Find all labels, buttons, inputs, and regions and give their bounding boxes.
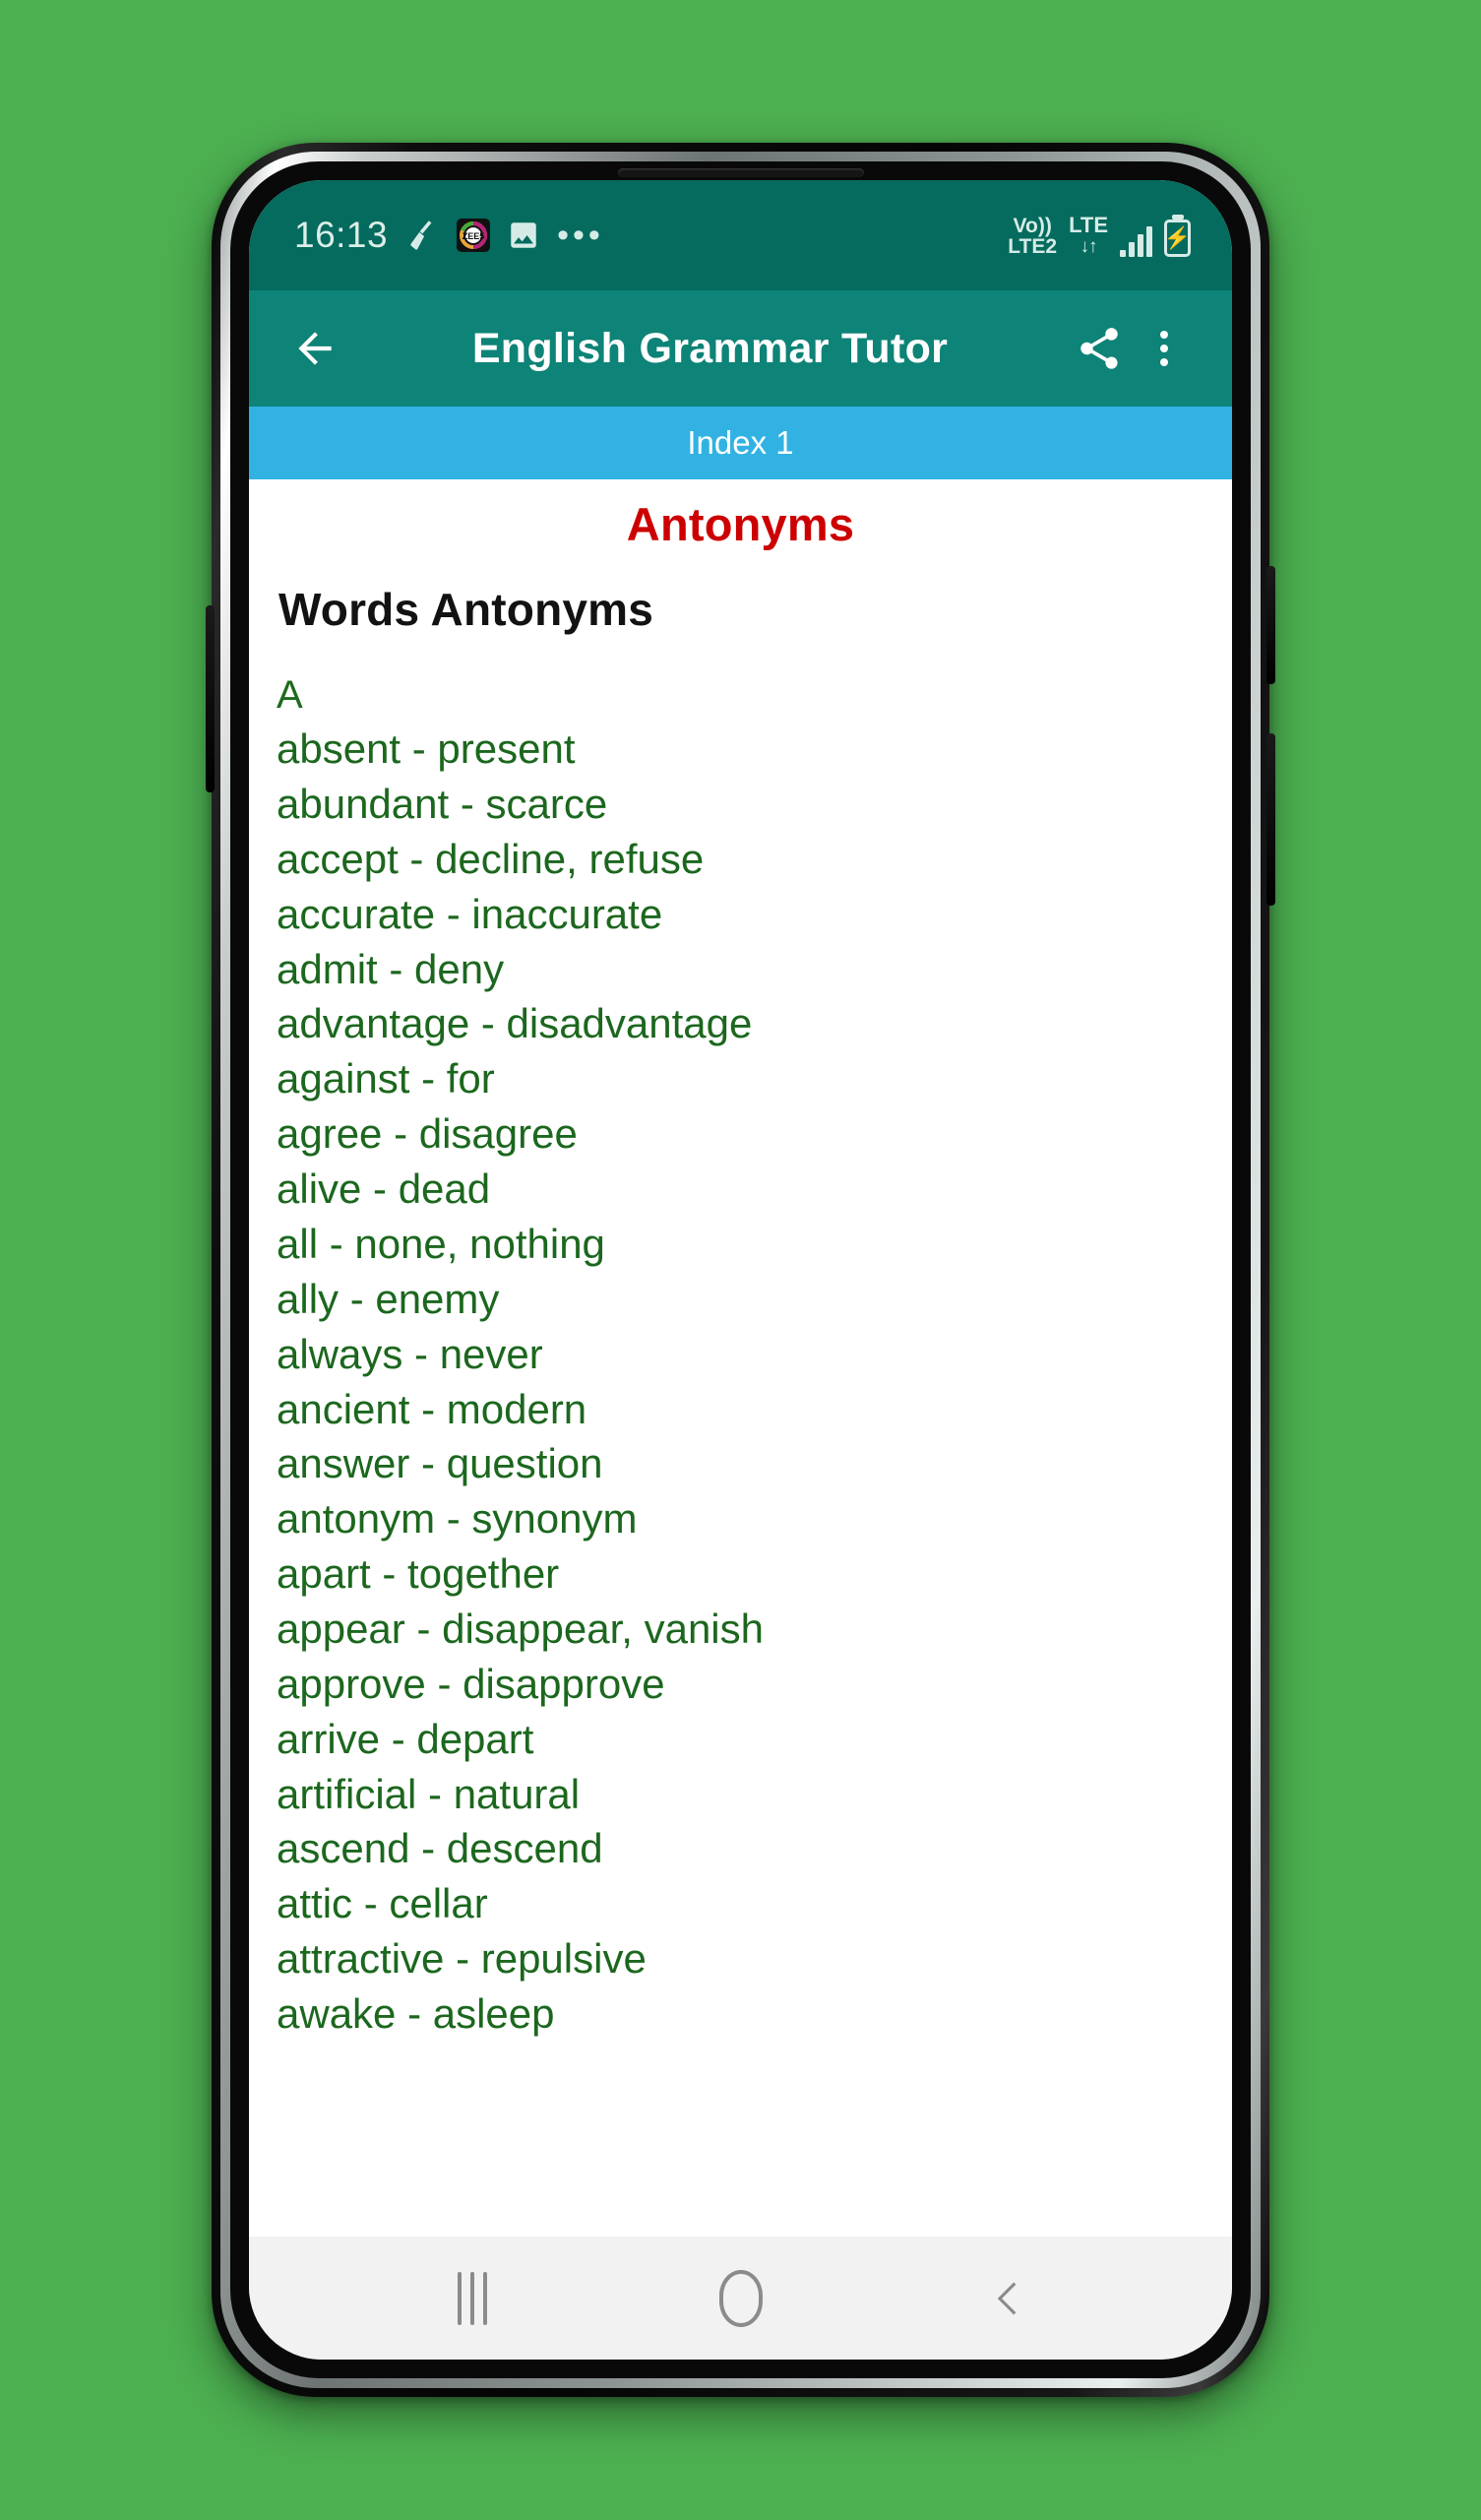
antonym-row: against - for xyxy=(277,1055,495,1102)
antonym-row: agree - disagree xyxy=(277,1110,578,1158)
three-dot-menu-icon[interactable] xyxy=(1132,316,1197,381)
android-navigation-bar xyxy=(249,2236,1232,2360)
antonym-row: ancient - modern xyxy=(277,1385,587,1432)
antonym-row: attractive - repulsive xyxy=(277,1935,647,1983)
antonym-row: all - none, nothing xyxy=(277,1220,605,1267)
svg-text:ZEE5: ZEE5 xyxy=(463,231,485,241)
status-bar-right: Vo)) LTE2 LTE ↓↑ ⚡ xyxy=(1008,213,1191,258)
volume-button[interactable] xyxy=(206,605,215,792)
antonym-row: accurate - inaccurate xyxy=(277,890,663,937)
section-letter-a: A xyxy=(277,673,303,717)
antonym-row: ascend - descend xyxy=(277,1825,603,1872)
antonym-row: apart - together xyxy=(277,1550,560,1598)
back-arrow-icon[interactable] xyxy=(284,318,345,379)
antonym-row: admit - deny xyxy=(277,945,505,992)
antonym-row: advantage - disadvantage xyxy=(277,1000,753,1047)
antonym-row: answer - question xyxy=(277,1440,603,1487)
app-bar: English Grammar Tutor xyxy=(249,290,1232,407)
antonyms-list: A absent - present abundant - scarce accep… xyxy=(249,636,1232,2042)
antonym-row: appear - disappear, vanish xyxy=(277,1605,764,1652)
antonym-row: ally - enemy xyxy=(277,1275,500,1322)
antonym-row: accept - decline, refuse xyxy=(277,835,705,882)
antonym-row: alive - dead xyxy=(277,1166,491,1213)
words-antonyms-heading: Words Antonyms xyxy=(278,584,654,635)
antonym-row: abundant - scarce xyxy=(277,781,608,828)
antonym-row: antonym - synonym xyxy=(277,1495,638,1543)
volte-icon: Vo)) LTE2 xyxy=(1008,214,1058,258)
share-icon[interactable] xyxy=(1067,316,1132,381)
antonym-row: awake - asleep xyxy=(277,1989,555,2037)
antonym-row: arrive - depart xyxy=(277,1715,534,1762)
image-gallery-icon xyxy=(507,219,540,252)
index-bar-label: Index 1 xyxy=(687,424,794,461)
antonym-row: attic - cellar xyxy=(277,1880,488,1927)
antonym-row: always - never xyxy=(277,1330,543,1377)
phone-frame: 16:13 ZEE5 ••• Vo)) LTE2 LTE ↓↑ ⚡ Englis… xyxy=(206,143,1275,2397)
power-button[interactable] xyxy=(1266,566,1275,684)
index-bar[interactable]: Index 1 xyxy=(249,407,1232,479)
status-bar-left: 16:13 ZEE5 ••• xyxy=(294,215,604,256)
antonym-row: absent - present xyxy=(277,725,576,773)
zee5-app-icon: ZEE5 xyxy=(457,219,491,252)
phone-screen: 16:13 ZEE5 ••• Vo)) LTE2 LTE ↓↑ ⚡ Englis… xyxy=(249,180,1232,2360)
status-clock: 16:13 xyxy=(294,215,389,255)
recents-icon[interactable] xyxy=(413,2254,531,2343)
signal-bars-icon xyxy=(1120,225,1152,257)
back-chevron-icon[interactable] xyxy=(951,2254,1069,2343)
home-icon[interactable] xyxy=(682,2254,800,2343)
antonyms-heading: Antonyms xyxy=(626,498,855,550)
more-notifications-icon: ••• xyxy=(557,216,604,254)
content-area[interactable]: Antonyms Words Antonyms A absent - prese… xyxy=(249,479,1232,2236)
page-title: English Grammar Tutor xyxy=(471,324,949,372)
lte-data-icon: LTE ↓↑ xyxy=(1069,213,1108,257)
antonym-row: approve - disapprove xyxy=(277,1660,665,1707)
battery-charging-icon: ⚡ xyxy=(1164,219,1191,257)
side-key-button[interactable] xyxy=(1266,733,1275,906)
antonym-row: artificial - natural xyxy=(277,1770,581,1817)
status-bar: 16:13 ZEE5 ••• Vo)) LTE2 LTE ↓↑ ⚡ xyxy=(249,180,1232,290)
earpiece-speaker xyxy=(617,168,864,177)
broom-cleaner-icon xyxy=(404,218,440,253)
